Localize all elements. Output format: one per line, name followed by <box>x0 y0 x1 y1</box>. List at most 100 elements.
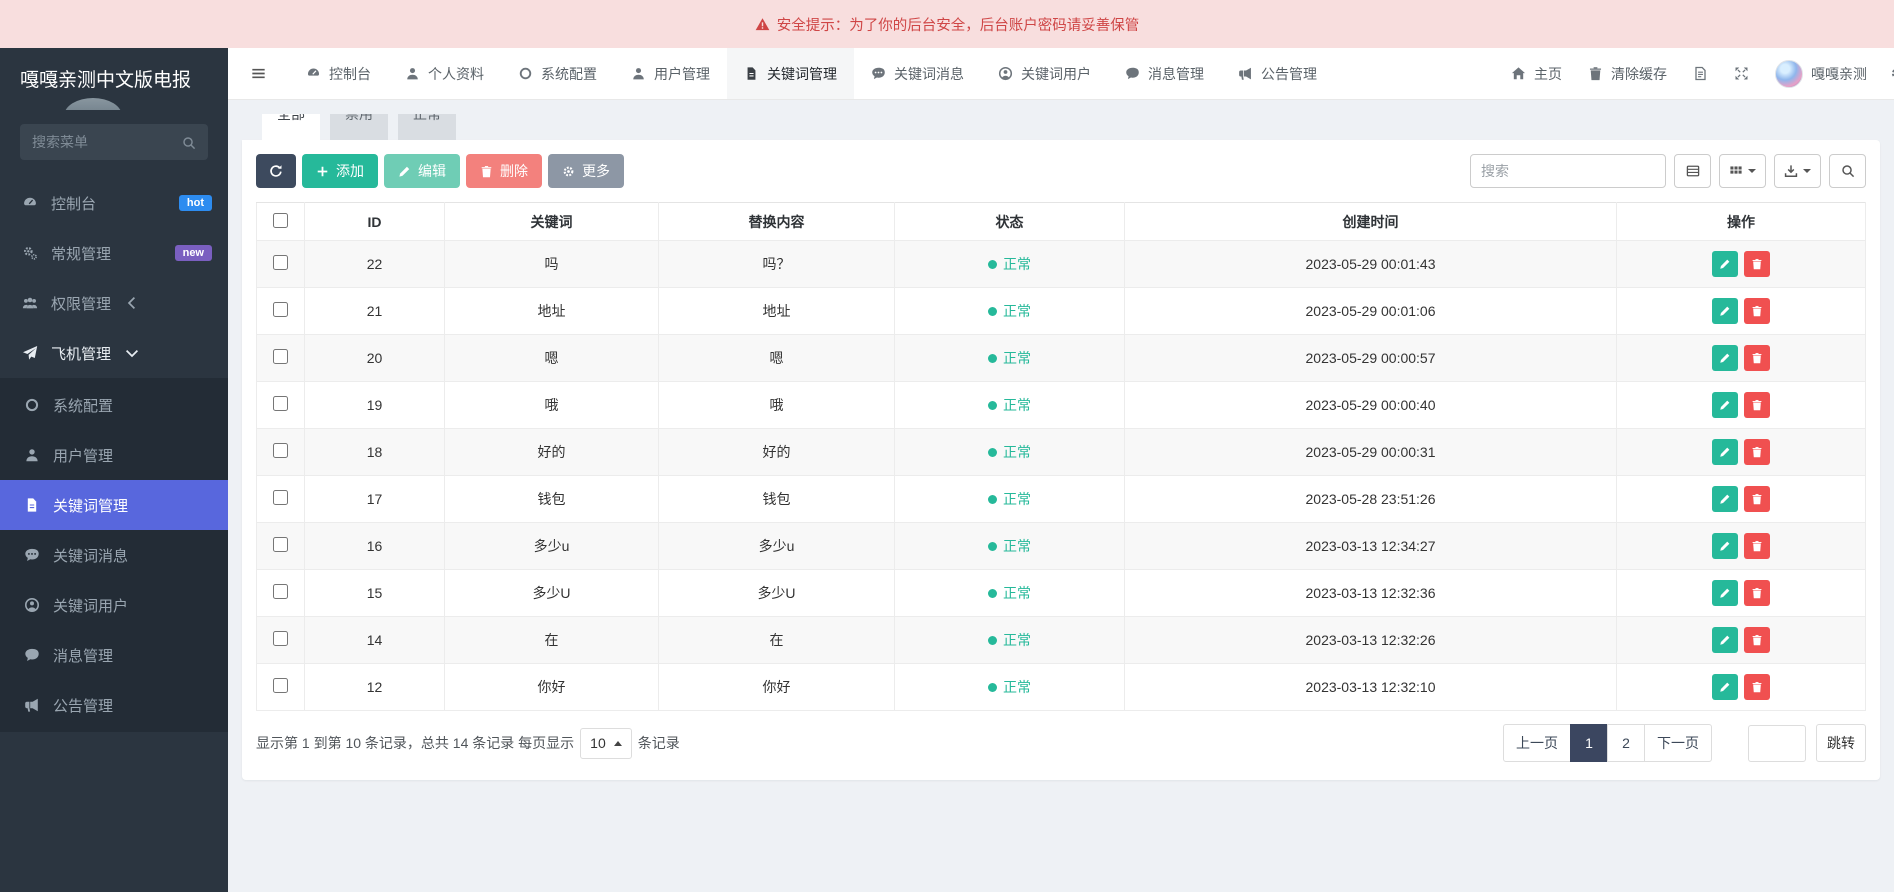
row-checkbox[interactable] <box>273 584 288 599</box>
page-jump-button[interactable]: 跳转 <box>1816 724 1866 762</box>
filter-tab-normal[interactable]: 正常 <box>398 114 456 140</box>
search-toggle-button[interactable] <box>1829 154 1866 188</box>
row-select-cell <box>256 663 305 711</box>
columns-button[interactable] <box>1719 154 1766 188</box>
export-button[interactable] <box>1774 154 1821 188</box>
edit-row-button[interactable] <box>1712 486 1738 512</box>
fullscreen-button[interactable] <box>1721 48 1762 99</box>
sidebar-item-general-management[interactable]: 常规管理 new <box>0 228 228 278</box>
edit-row-button[interactable] <box>1712 580 1738 606</box>
tab-keyword-messages[interactable]: 关键词消息 <box>854 48 981 99</box>
edit-row-button[interactable] <box>1712 439 1738 465</box>
refresh-button[interactable] <box>256 154 296 188</box>
sidebar-item-console[interactable]: 控制台 hot <box>0 178 228 228</box>
sidebar-item-message-management[interactable]: 消息管理 <box>0 630 228 680</box>
toggle-view-button[interactable] <box>1674 154 1711 188</box>
cell-id: 16 <box>304 522 445 570</box>
tab-announcement-management[interactable]: 公告管理 <box>1221 48 1334 99</box>
sidebar-item-user-management[interactable]: 用户管理 <box>0 430 228 480</box>
next-page-button[interactable]: 下一页 <box>1644 724 1712 762</box>
cell-replace: 多少U <box>658 569 895 617</box>
status-dot-icon <box>988 635 997 645</box>
language-button[interactable] <box>1680 48 1721 99</box>
cell-id: 18 <box>304 428 445 476</box>
row-checkbox[interactable] <box>273 490 288 505</box>
delete-row-button[interactable] <box>1744 674 1770 700</box>
delete-button[interactable]: 删除 <box>466 154 542 188</box>
menu-toggle[interactable] <box>228 48 289 99</box>
tab-keyword-users[interactable]: 关键词用户 <box>981 48 1108 99</box>
delete-row-button[interactable] <box>1744 251 1770 277</box>
edit-row-button[interactable] <box>1712 533 1738 559</box>
delete-row-button[interactable] <box>1744 627 1770 653</box>
edit-row-button[interactable] <box>1712 345 1738 371</box>
row-checkbox[interactable] <box>273 255 288 270</box>
clear-cache-button[interactable]: 清除缓存 <box>1575 48 1680 99</box>
delete-row-button[interactable] <box>1744 580 1770 606</box>
page-button-1[interactable]: 1 <box>1570 724 1608 762</box>
delete-row-button[interactable] <box>1744 345 1770 371</box>
sidebar-item-keyword-messages[interactable]: 关键词消息 <box>0 530 228 580</box>
delete-row-button[interactable] <box>1744 439 1770 465</box>
edit-row-button[interactable] <box>1712 251 1738 277</box>
row-checkbox[interactable] <box>273 396 288 411</box>
user-menu-button[interactable]: 嘎嘎亲测 <box>1762 48 1880 99</box>
sidebar-search-input[interactable] <box>32 134 182 150</box>
edit-row-button[interactable] <box>1712 674 1738 700</box>
row-checkbox[interactable] <box>273 631 288 646</box>
delete-row-button[interactable] <box>1744 392 1770 418</box>
row-checkbox[interactable] <box>273 349 288 364</box>
tab-message-management[interactable]: 消息管理 <box>1108 48 1221 99</box>
page-jump-input[interactable] <box>1748 724 1806 762</box>
sidebar-item-keyword-users[interactable]: 关键词用户 <box>0 580 228 630</box>
edit-row-button[interactable] <box>1712 627 1738 653</box>
delete-row-button[interactable] <box>1744 486 1770 512</box>
edit-row-button[interactable] <box>1712 392 1738 418</box>
row-checkbox[interactable] <box>273 537 288 552</box>
delete-row-button[interactable] <box>1744 533 1770 559</box>
sidebar-item-keyword-management[interactable]: 关键词管理 <box>0 480 228 530</box>
gauge-icon <box>307 68 320 76</box>
sidebar-item-permission-management[interactable]: 权限管理 <box>0 278 228 328</box>
column-header-ops[interactable]: 操作 <box>1616 202 1866 241</box>
more-button[interactable]: 更多 <box>548 154 624 188</box>
column-header-replace[interactable]: 替换内容 <box>658 202 895 241</box>
tab-system-config[interactable]: 系统配置 <box>501 48 614 99</box>
cell-replace: 吗？ <box>658 240 895 288</box>
column-header-keyword[interactable]: 关键词 <box>444 202 659 241</box>
column-header-id[interactable]: ID <box>304 202 445 241</box>
column-header-status[interactable]: 状态 <box>894 202 1125 241</box>
select-all-checkbox[interactable] <box>273 212 288 228</box>
prev-page-button[interactable]: 上一页 <box>1503 724 1571 762</box>
delete-row-button[interactable] <box>1744 298 1770 324</box>
cell-replace: 地址 <box>658 287 895 335</box>
table-row: 16 多少u 多少u 正常 2023-03-13 12:34:27 <box>256 522 1866 570</box>
row-checkbox[interactable] <box>273 443 288 458</box>
tab-profile[interactable]: 个人资料 <box>388 48 501 99</box>
row-checkbox[interactable] <box>273 302 288 317</box>
edit-button[interactable]: 编辑 <box>384 154 460 188</box>
row-checkbox[interactable] <box>273 678 288 693</box>
sidebar-item-announcement-management[interactable]: 公告管理 <box>0 680 228 730</box>
settings-button[interactable] <box>1880 48 1894 99</box>
list-view-icon <box>1686 165 1699 177</box>
summary-suffix: 条记录 <box>637 735 680 751</box>
tab-keyword-management[interactable]: 关键词管理 <box>727 48 854 99</box>
tab-user-management[interactable]: 用户管理 <box>614 48 727 99</box>
trash-icon <box>1752 587 1762 599</box>
filter-tab-disabled[interactable]: 禁用 <box>330 114 388 140</box>
add-button[interactable]: 添加 <box>302 154 378 188</box>
tab-console[interactable]: 控制台 <box>289 48 388 99</box>
sidebar-item-system-config[interactable]: 系统配置 <box>0 380 228 430</box>
sidebar-item-label: 关键词管理 <box>53 497 129 515</box>
page-size-dropdown[interactable]: 10 <box>580 727 632 759</box>
home-button[interactable]: 主页 <box>1498 48 1575 99</box>
edit-row-button[interactable] <box>1712 298 1738 324</box>
sidebar-item-plane-management[interactable]: 飞机管理 <box>0 328 228 378</box>
table-search-input[interactable] <box>1470 154 1666 188</box>
filter-tab-all[interactable]: 全部 <box>262 114 320 140</box>
row-select-cell <box>256 475 305 523</box>
page-button-2[interactable]: 2 <box>1607 724 1645 762</box>
status-badge: 正常 <box>988 489 1031 509</box>
column-header-created[interactable]: 创建时间 <box>1124 202 1617 241</box>
